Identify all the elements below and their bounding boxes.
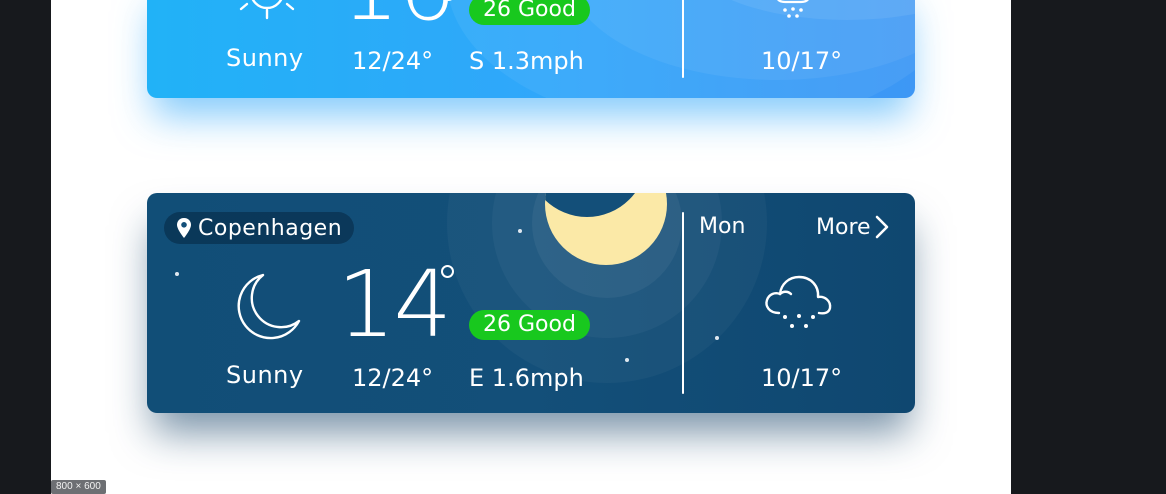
weather-card-night[interactable]: Copenhagen 14 Sunny 12/24° 26 Good E 1.6… <box>147 193 915 413</box>
location-name: Copenhagen <box>198 215 343 241</box>
condition-label: Sunny <box>226 361 304 389</box>
more-button[interactable]: More <box>816 212 889 242</box>
sun-icon <box>239 0 295 20</box>
star <box>625 358 629 362</box>
divider <box>682 212 684 394</box>
snow-cloud-icon <box>761 267 837 337</box>
current-temperature: 14 <box>337 251 452 358</box>
chevron-right-icon <box>875 215 889 239</box>
crescent-moon-icon <box>233 271 305 343</box>
temp-range: 12/24° <box>352 364 434 392</box>
degree-symbol <box>441 265 454 278</box>
temp-range: 12/24° <box>352 47 434 75</box>
condition-label: Sunny <box>226 44 304 72</box>
weather-card-day[interactable]: 16 Sunny 12/24° 26 Good S 1.3mph 10/17° <box>147 0 915 98</box>
location-pill[interactable]: Copenhagen <box>164 212 355 244</box>
forecast-range: 10/17° <box>761 47 843 75</box>
air-quality-badge: 26 Good <box>469 310 590 340</box>
star <box>175 272 179 276</box>
wind-label: S 1.3mph <box>469 47 584 75</box>
forecast-range: 10/17° <box>761 364 843 392</box>
star <box>518 229 522 233</box>
air-quality-badge: 26 Good <box>469 0 590 25</box>
location-pin-icon <box>176 217 192 239</box>
forecast-day-label: Mon <box>699 214 746 239</box>
canvas: 16 Sunny 12/24° 26 Good S 1.3mph 10/17° <box>51 0 1011 494</box>
snow-cloud-icon <box>773 0 813 22</box>
star <box>715 336 719 340</box>
more-label: More <box>816 214 871 240</box>
wind-label: E 1.6mph <box>469 364 584 392</box>
divider <box>682 0 684 78</box>
canvas-size-badge: 800 × 600 <box>51 480 106 494</box>
current-temperature: 16 <box>341 0 456 34</box>
